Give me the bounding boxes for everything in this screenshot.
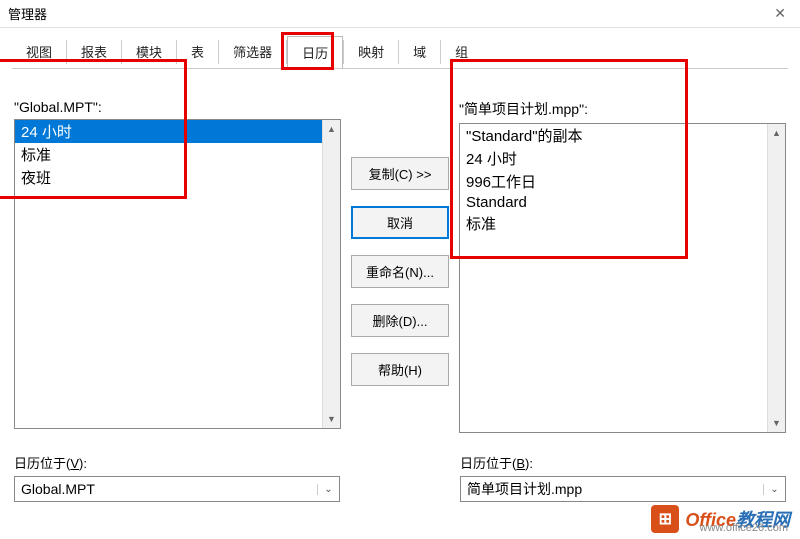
tab-bar: 视图报表模块表筛选器日历映射域组 <box>0 28 800 69</box>
left-location-combo[interactable]: Global.MPT ⌄ <box>14 476 340 502</box>
list-item[interactable]: 标准 <box>460 212 767 235</box>
left-listbox[interactable]: 24 小时标准夜班 ▲ ▼ <box>14 119 341 429</box>
rename-button[interactable]: 重命名(N)... <box>351 255 449 288</box>
right-location-value: 简单项目计划.mpp <box>461 479 763 499</box>
action-buttons: 复制(C) >> 取消 重命名(N)... 删除(D)... 帮助(H) <box>351 99 449 433</box>
tab-3[interactable]: 表 <box>177 36 218 68</box>
tab-5[interactable]: 日历 <box>287 36 343 68</box>
tab-4[interactable]: 筛选器 <box>219 36 286 68</box>
left-scrollbar[interactable]: ▲ ▼ <box>322 120 340 428</box>
left-list-label: "Global.MPT": <box>14 99 341 115</box>
list-item[interactable]: 标准 <box>15 143 322 166</box>
window-title: 管理器 <box>8 4 47 23</box>
close-icon[interactable]: ✕ <box>768 5 792 22</box>
list-item[interactable]: 24 小时 <box>15 120 322 143</box>
tab-2[interactable]: 模块 <box>122 36 176 68</box>
scroll-down-icon[interactable]: ▼ <box>768 414 785 432</box>
delete-button[interactable]: 删除(D)... <box>351 304 449 337</box>
scroll-down-icon[interactable]: ▼ <box>323 410 340 428</box>
list-item[interactable]: Standard <box>460 193 767 212</box>
tab-8[interactable]: 组 <box>441 36 482 68</box>
right-panel: "简单项目计划.mpp": "Standard"的副本24 小时996工作日St… <box>459 99 786 433</box>
right-location-label: 日历位于(B): <box>460 453 786 472</box>
right-location-combo[interactable]: 简单项目计划.mpp ⌄ <box>460 476 786 502</box>
tab-7[interactable]: 域 <box>399 36 440 68</box>
tab-0[interactable]: 视图 <box>12 36 66 68</box>
left-location-value: Global.MPT <box>15 481 317 497</box>
help-button[interactable]: 帮助(H) <box>351 353 449 386</box>
left-location-label: 日历位于(V): <box>14 453 340 472</box>
watermark-icon: ⊞ <box>651 505 679 533</box>
copy-button[interactable]: 复制(C) >> <box>351 157 449 190</box>
list-item[interactable]: "Standard"的副本 <box>460 124 767 147</box>
right-scrollbar[interactable]: ▲ ▼ <box>767 124 785 432</box>
left-location-group: 日历位于(V): Global.MPT ⌄ <box>14 453 340 502</box>
chevron-down-icon[interactable]: ⌄ <box>317 484 339 495</box>
right-list-label: "简单项目计划.mpp": <box>459 99 786 119</box>
left-panel: "Global.MPT": 24 小时标准夜班 ▲ ▼ <box>14 99 341 433</box>
cancel-button[interactable]: 取消 <box>351 206 449 239</box>
watermark: ⊞ Office教程网 www.office26.com <box>651 505 790 533</box>
scroll-up-icon[interactable]: ▲ <box>323 120 340 138</box>
tab-1[interactable]: 报表 <box>67 36 121 68</box>
scroll-up-icon[interactable]: ▲ <box>768 124 785 142</box>
titlebar: 管理器 ✕ <box>0 0 800 28</box>
list-item[interactable]: 24 小时 <box>460 147 767 170</box>
right-listbox[interactable]: "Standard"的副本24 小时996工作日Standard标准 ▲ ▼ <box>459 123 786 433</box>
list-item[interactable]: 996工作日 <box>460 170 767 193</box>
chevron-down-icon[interactable]: ⌄ <box>763 484 785 495</box>
tab-6[interactable]: 映射 <box>344 36 398 68</box>
right-location-group: 日历位于(B): 简单项目计划.mpp ⌄ <box>460 453 786 502</box>
list-item[interactable]: 夜班 <box>15 166 322 189</box>
